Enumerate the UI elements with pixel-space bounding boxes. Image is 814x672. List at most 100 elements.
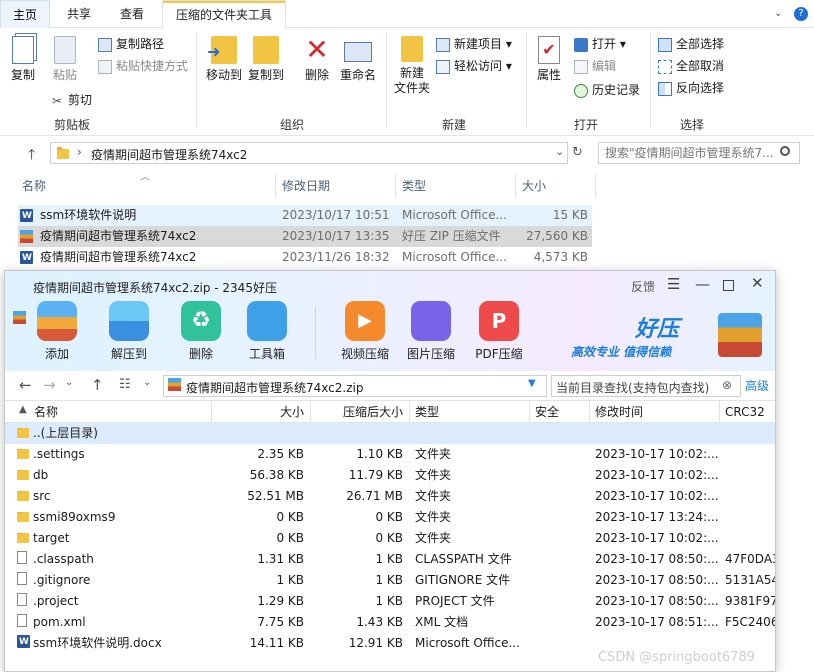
select-all-button[interactable]: 全部选择 <box>658 34 724 54</box>
edit-button[interactable]: 编辑 <box>574 56 616 76</box>
zip-row-parent-dir[interactable]: ..(上层目录) <box>5 423 775 444</box>
menu-icon[interactable]: ☰ <box>667 275 680 293</box>
column-header-date[interactable]: 修改日期 <box>282 174 392 198</box>
zip-row[interactable]: .settings 2.35 KB 1.10 KB 文件夹 2023-10-17 10:… <box>5 444 775 465</box>
zip-header-size[interactable]: 大小 <box>211 401 310 423</box>
tab-home[interactable]: 主页 <box>0 0 50 28</box>
pdf-compress-button[interactable]: P PDF压缩 <box>467 301 531 362</box>
search-input[interactable]: 搜索"疫情期间超市管理系统7... <box>598 142 800 164</box>
zip-row-type: 文件夹 <box>415 531 452 545</box>
history-label: 历史记录 <box>592 83 641 97</box>
image-compress-button[interactable]: 图片压缩 <box>399 301 463 362</box>
toolbox-button[interactable]: 工具箱 <box>235 301 299 362</box>
zip-row[interactable]: target 0 KB 0 KB 文件夹 2023-10-17 10:02:... <box>5 528 775 549</box>
zip-row[interactable]: db 56.38 KB 11.79 KB 文件夹 2023-10-17 10:02:..… <box>5 465 775 486</box>
zip-header-security[interactable]: 安全 <box>529 401 589 423</box>
column-header-size[interactable]: 大小 <box>522 174 582 198</box>
address-box[interactable]: › 疫情期间超市管理系统74xc2 ⌄ <box>50 142 568 164</box>
up-arrow-icon[interactable]: 🡑 <box>28 144 35 168</box>
edit-icon <box>574 59 588 74</box>
zip-row[interactable]: .project 1.29 KB 1 KB PROJECT 文件 2023-10-17 … <box>5 591 775 612</box>
forward-arrow-icon[interactable]: → <box>43 376 56 394</box>
properties-button[interactable]: ✔ 属性 <box>532 36 566 83</box>
zip-row[interactable]: src 52.51 MB 26.71 MB 文件夹 2023-10-17 10:02:.… <box>5 486 775 507</box>
zip-header-type[interactable]: 类型 <box>409 401 529 423</box>
toolbox-icon <box>247 301 287 341</box>
close-icon[interactable]: ✕ <box>751 274 764 292</box>
zip-row-packed: 1 KB <box>375 552 403 566</box>
collapse-ribbon-icon[interactable]: ⌄ <box>774 8 786 19</box>
up-arrow-icon[interactable]: ↑ <box>91 376 104 394</box>
header-divider <box>595 174 596 198</box>
zip-row[interactable]: ssmi89oxms9 0 KB 0 KB 文件夹 2023-10-17 13:24:.… <box>5 507 775 528</box>
easy-access-button[interactable]: 轻松访问 ▾ <box>436 56 512 76</box>
zip-row[interactable]: .gitignore 1 KB 1 KB GITIGNORE 文件 2023-10-17… <box>5 570 775 591</box>
invert-selection-button[interactable]: 反向选择 <box>658 78 724 98</box>
maximize-icon[interactable] <box>723 280 734 291</box>
clear-search-icon[interactable]: ⊗ <box>722 378 732 392</box>
zip-header-modified[interactable]: 修改时间 <box>589 401 719 423</box>
explorer-row[interactable]: ssm环境软件说明 2023/10/17 10:51 Microsoft Off… <box>18 205 592 227</box>
add-button[interactable]: 添加 <box>25 301 89 362</box>
history-button[interactable]: 历史记录 <box>574 80 640 100</box>
edit-label: 编辑 <box>592 59 617 73</box>
view-dropdown-icon[interactable]: ⌄ <box>143 377 151 388</box>
column-header-type[interactable]: 类型 <box>402 174 512 198</box>
zip-row-packed: 0 KB <box>375 531 403 545</box>
video-compress-button[interactable]: ▶ 视频压缩 <box>333 301 397 362</box>
image-icon <box>411 301 451 341</box>
zip-row-name: src <box>33 489 51 503</box>
zip-delete-button[interactable]: ♻ 删除 <box>169 301 233 362</box>
zip-row[interactable]: .classpath 1.31 KB 1 KB CLASSPATH 文件 2023-10… <box>5 549 775 570</box>
copy-label: 复制 <box>10 68 35 82</box>
zip-path-box[interactable]: 疫情期间超市管理系统74xc2.zip ▼ <box>163 375 547 397</box>
feedback-link[interactable]: 反馈 <box>631 278 655 295</box>
extract-button[interactable]: 解压到 <box>97 301 161 362</box>
delete-button[interactable]: ✕ 删除 <box>300 36 334 83</box>
rename-button[interactable]: 重命名 <box>338 36 378 83</box>
divider <box>196 32 197 128</box>
zip-window-title: 疫情期间超市管理系统74xc2.zip - 2345好压 <box>33 281 277 295</box>
dropdown-chevron-icon[interactable]: ⌄ <box>65 377 73 388</box>
tab-compressed-folder-tools[interactable]: 压缩的文件夹工具 <box>162 0 286 28</box>
zip-search-input[interactable]: 当前目录查找(支持包内查找) ⊗ <box>551 375 741 397</box>
tab-share[interactable]: 共享 <box>56 0 102 28</box>
move-to-button[interactable]: ➜ 移动到 <box>204 36 244 83</box>
new-item-icon <box>436 37 450 52</box>
cut-button[interactable]: ✂ 剪切 <box>50 90 92 110</box>
path-dropdown-icon[interactable]: ▼ <box>528 378 536 389</box>
zip-path-text: 疫情期间超市管理系统74xc2.zip <box>186 381 364 395</box>
zip-row-packed: 1 KB <box>375 594 403 608</box>
zip-header-packed[interactable]: 压缩后大小 <box>310 401 409 423</box>
paste-button[interactable]: 粘贴 <box>48 36 82 83</box>
new-folder-button[interactable]: 新建 文件夹 <box>392 36 432 96</box>
help-icon[interactable]: ? <box>794 7 808 21</box>
file-date: 2023/10/17 13:35 <box>282 229 390 243</box>
new-item-button[interactable]: 新建项目 ▾ <box>436 34 512 54</box>
file-size: 27,560 KB <box>526 229 588 243</box>
zip-header-name[interactable]: 名称 <box>29 401 211 423</box>
minimize-icon[interactable]: — <box>695 275 710 293</box>
explorer-row-selected[interactable]: 疫情期间超市管理系统74xc2 2023/10/17 13:35 好压 ZIP … <box>18 226 592 247</box>
address-dropdown-icon[interactable]: ⌄ <box>555 145 564 158</box>
zip-header-crc[interactable]: CRC32 <box>719 401 775 423</box>
zip-column-headers: ▲ 名称 大小 压缩后大小 类型 安全 修改时间 CRC32 <box>5 401 775 423</box>
select-none-button[interactable]: 全部取消 <box>658 56 724 76</box>
paste-shortcut-button[interactable]: 粘贴快捷方式 <box>98 56 188 76</box>
open-button[interactable]: 打开 ▾ <box>574 34 626 54</box>
zip-row[interactable]: pom.xml 7.75 KB 1.43 KB XML 文档 2023-10-17 08… <box>5 612 775 633</box>
copy-to-label: 复制到 <box>247 68 284 82</box>
tab-view[interactable]: 查看 <box>110 0 154 28</box>
refresh-icon[interactable]: ↻ <box>572 145 583 160</box>
brand-logo-icon <box>717 313 762 357</box>
zip-row-type: 文件夹 <box>415 489 452 503</box>
advanced-link[interactable]: 高级 <box>745 377 769 394</box>
explorer-row[interactable]: 疫情期间超市管理系统74xc2 2023/11/26 18:32 Microso… <box>18 247 592 269</box>
back-arrow-icon[interactable]: ← <box>19 376 32 394</box>
copy-button[interactable]: 复制 <box>6 36 40 83</box>
extract-label: 解压到 <box>110 347 147 361</box>
copy-to-button[interactable]: 复制到 <box>246 36 286 83</box>
search-icon[interactable] <box>780 146 790 156</box>
view-mode-icon[interactable]: ☷ <box>119 377 131 392</box>
copy-path-button[interactable]: 复制路径 <box>98 34 164 54</box>
